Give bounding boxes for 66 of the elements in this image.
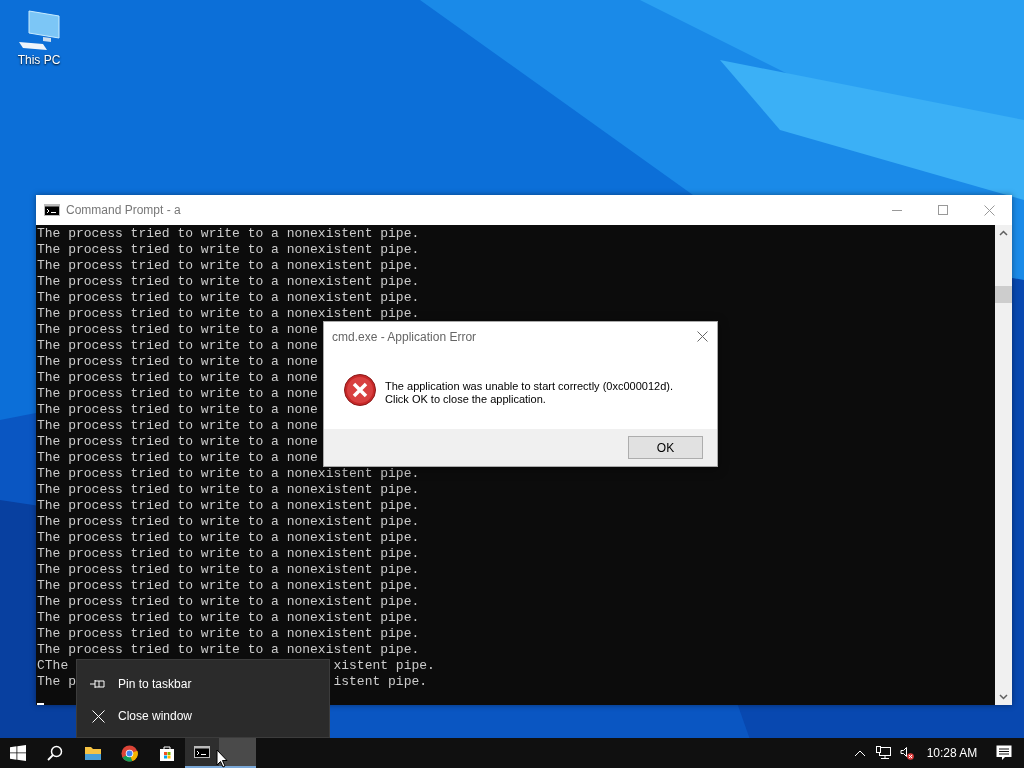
console-line: The process tried to write to a nonexistent pipe. <box>37 626 420 641</box>
console-line: The process tried to write to a nonexistent pipe. <box>37 306 420 321</box>
taskbar-app[interactable] <box>185 738 256 768</box>
console-line: The process tried to write to a nonexistent pipe. <box>37 514 420 529</box>
computer-icon[interactable] <box>17 8 61 52</box>
network-icon[interactable] <box>876 746 892 760</box>
console-line: The process tried to write to a none <box>37 354 318 369</box>
minimize-icon <box>892 209 902 211</box>
scrollbar-thumb[interactable] <box>995 286 1012 303</box>
console-line: The process tried to write to a nonexistent pipe. <box>37 466 420 481</box>
console-line: The process tried to write to a nonexistent pipe. <box>37 226 420 241</box>
chrome-icon <box>121 744 138 762</box>
shopping-bag-icon <box>158 744 175 762</box>
console-line: CThe <box>37 658 69 673</box>
console-line: xistent pipe. <box>333 658 435 674</box>
close-icon <box>91 709 105 723</box>
console-line: The process tried to write to a nonexistent pipe. <box>37 274 420 289</box>
console-line: The process tried to write to a nonexistent pipe. <box>37 290 420 305</box>
error-message: Click OK to close the application. <box>385 393 547 406</box>
error-icon <box>344 374 376 406</box>
console-line: istent pipe. <box>333 674 428 690</box>
message-icon <box>996 745 1012 761</box>
close-icon <box>696 330 708 342</box>
folder-icon <box>83 745 102 761</box>
scroll-down-icon[interactable] <box>999 694 1008 700</box>
error-message: The application was unable to start correctly (0xc000012d). <box>385 380 673 393</box>
console-line: The process tried to write to a none <box>37 418 318 433</box>
console-line: The process tried to write to a nonexistent pipe. <box>37 258 420 273</box>
menu-item[interactable]: Close window <box>77 700 329 732</box>
text-cursor <box>37 703 44 705</box>
close-icon <box>983 204 995 216</box>
volume-muted-icon[interactable] <box>900 746 914 760</box>
console-line: The process tried to write to a nonexistent pipe. <box>37 578 420 593</box>
window-title: Command Prompt - a <box>66 202 181 219</box>
console-line: The process tried to write to a nonexistent pipe. <box>37 642 420 657</box>
console-line: The process tried to write to a none <box>37 370 318 385</box>
search-icon <box>47 745 63 761</box>
console-line: The process tried to write to a none <box>37 434 318 449</box>
console-line: The process tried to write to a nonexistent pipe. <box>37 530 420 545</box>
console-line: The process tried to write to a nonexistent pipe. <box>37 562 420 577</box>
mouse-pointer-icon <box>216 749 228 768</box>
scroll-up-icon[interactable] <box>999 230 1008 236</box>
maximize-icon <box>938 205 948 215</box>
terminal-icon <box>194 746 210 758</box>
chevron-up-icon[interactable] <box>854 749 866 757</box>
ok-button[interactable]: OK <box>628 436 703 459</box>
app-icon <box>44 204 60 216</box>
desktop-icon-label[interactable]: This PC <box>17 53 61 67</box>
console-line: The process tried to write to a none <box>37 402 318 417</box>
console-line: The process tried to write to a nonexistent pipe. <box>37 610 420 625</box>
console-line: The process tried to write to a nonexistent pipe. <box>37 498 420 513</box>
console-line: The process tried to write to a nonexistent pipe. <box>37 546 420 561</box>
console-line: The process tried to write to a none <box>37 322 318 337</box>
console-line: The process tried to write to a none <box>37 338 318 353</box>
menu-item[interactable]: Pin to taskbar <box>77 668 329 700</box>
scrollbar[interactable] <box>995 225 1012 705</box>
dialog-title: cmd.exe - Application Error <box>332 328 477 346</box>
pin-icon <box>90 679 106 689</box>
console-line: The process tried to write to a nonexistent pipe. <box>37 594 420 609</box>
console-line: The p <box>37 674 76 689</box>
windows-icon <box>10 745 26 761</box>
clock[interactable]: 10:28 AM <box>924 744 980 762</box>
console-line: The process tried to write to a none <box>37 386 318 401</box>
console-line: The process tried to write to a nonexistent pipe. <box>37 482 420 497</box>
console-line: The process tried to write to a none <box>37 450 318 465</box>
console-line: The process tried to write to a nonexistent pipe. <box>37 242 420 257</box>
